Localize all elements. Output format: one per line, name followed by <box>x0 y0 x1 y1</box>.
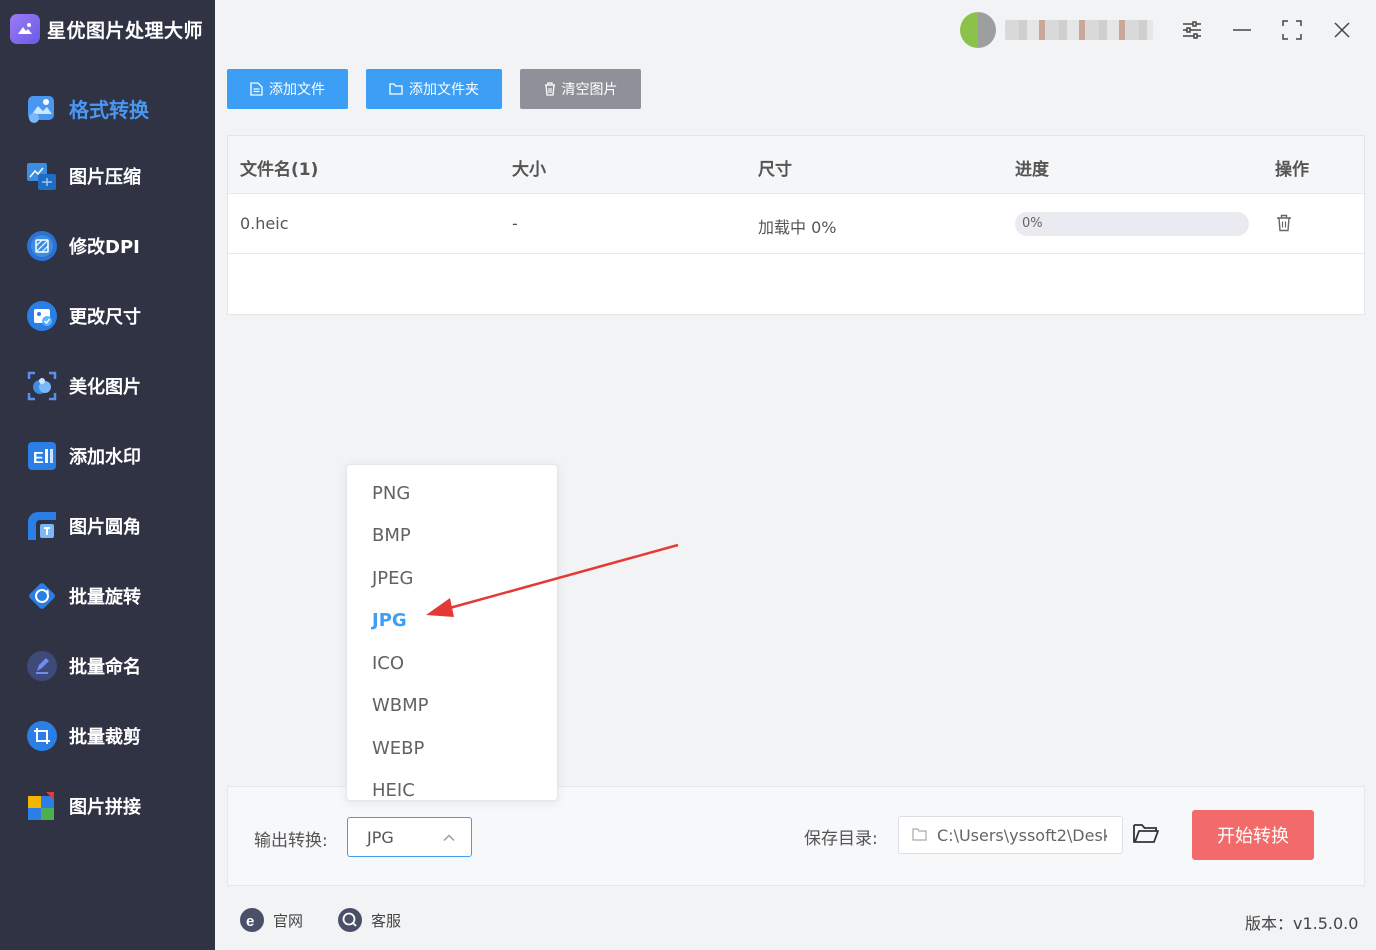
format-option-webp[interactable]: WEBP <box>347 728 557 770</box>
sidebar-item-stitch[interactable]: 图片拼接 <box>0 776 215 836</box>
output-format-value: JPG <box>367 828 394 847</box>
format-option-wbmp[interactable]: WBMP <box>347 685 557 727</box>
sidebar-item-rotate[interactable]: 批量旋转 <box>0 566 215 626</box>
crop-icon <box>26 720 58 752</box>
maximize-icon[interactable] <box>1276 14 1308 46</box>
column-header-dimension: 尺寸 <box>758 160 792 180</box>
save-path-value: C:\Users\yssoft2\Desktop <box>937 826 1107 845</box>
app-header: 星优图片处理大师 <box>0 0 215 58</box>
sidebar-item-label: 修改DPI <box>69 237 140 258</box>
sidebar-item-label: 批量旋转 <box>69 587 141 608</box>
format-option-heic[interactable]: HEIC <box>347 770 557 800</box>
browser-icon: e <box>240 908 264 932</box>
folder-icon <box>389 83 403 95</box>
clear-images-label: 清空图片 <box>561 82 618 98</box>
image-compress-icon <box>26 160 58 192</box>
rotate-icon <box>26 580 58 612</box>
dpi-icon <box>26 230 58 262</box>
website-label: 官网 <box>273 911 304 930</box>
table-header: 文件名(1) 大小 尺寸 进度 操作 <box>228 136 1364 194</box>
file-size-cell: - <box>512 214 518 233</box>
output-settings-panel: 输出转换: JPG 保存目录: C:\Users\yssoft2\Desktop… <box>227 786 1365 886</box>
sidebar-item-label: 格式转换 <box>69 97 149 122</box>
image-convert-icon <box>26 92 58 124</box>
sidebar-item-dpi[interactable]: 修改DPI <box>0 216 215 276</box>
beautify-icon <box>26 370 58 402</box>
svg-text:E: E <box>33 450 44 467</box>
format-option-ico[interactable]: ICO <box>347 643 557 685</box>
avatar[interactable] <box>960 12 996 48</box>
file-icon <box>250 82 263 96</box>
output-format-select[interactable]: JPG <box>347 817 472 857</box>
table-row[interactable]: 0.heic - 加载中 0% 0% <box>228 194 1364 254</box>
footer: e 官网 客服 版本：v1.5.0.0 <box>215 893 1376 950</box>
clear-images-button[interactable]: 清空图片 <box>520 69 641 109</box>
folder-icon <box>912 828 927 841</box>
file-name-cell: 0.heic <box>240 214 289 233</box>
progress-bar: 0% <box>1015 212 1249 236</box>
stitch-icon <box>26 790 58 822</box>
add-file-label: 添加文件 <box>269 82 325 98</box>
save-directory-label: 保存目录: <box>804 829 878 849</box>
add-folder-label: 添加文件夹 <box>409 82 479 98</box>
output-format-dropdown: PNG BMP JPEG JPG ICO WBMP WEBP HEIC <box>346 464 558 801</box>
sidebar-item-label: 图片压缩 <box>69 167 141 188</box>
annotation-arrow-icon <box>426 543 679 617</box>
app-title: 星优图片处理大师 <box>47 19 204 42</box>
round-corner-icon <box>26 510 58 542</box>
file-dimension-cell: 加载中 0% <box>758 218 837 237</box>
sidebar-item-crop[interactable]: 批量裁剪 <box>0 706 215 766</box>
svg-text:e: e <box>246 913 254 930</box>
close-icon[interactable] <box>1326 14 1358 46</box>
sidebar-item-label: 批量命名 <box>69 657 141 678</box>
rename-icon <box>26 650 58 682</box>
resize-icon <box>26 300 58 332</box>
sidebar-item-resize[interactable]: 更改尺寸 <box>0 286 215 346</box>
sidebar-item-compress[interactable]: 图片压缩 <box>0 146 215 206</box>
sidebar: 星优图片处理大师 格式转换 图片压缩 修改DPI 更改尺寸 美化图片 E 添加水… <box>0 0 215 950</box>
browse-folder-icon[interactable] <box>1132 821 1160 849</box>
sidebar-item-label: 美化图片 <box>69 377 141 398</box>
sidebar-item-label: 图片圆角 <box>69 517 141 538</box>
user-name-blurred <box>1005 20 1153 40</box>
title-bar <box>215 0 1376 58</box>
output-format-label: 输出转换: <box>254 831 328 851</box>
start-convert-button[interactable]: 开始转换 <box>1192 810 1314 860</box>
sidebar-item-beautify[interactable]: 美化图片 <box>0 356 215 416</box>
sidebar-item-label: 图片拼接 <box>69 797 141 818</box>
column-header-progress: 进度 <box>1015 160 1049 180</box>
add-folder-button[interactable]: 添加文件夹 <box>366 69 502 109</box>
sidebar-item-round-corner[interactable]: 图片圆角 <box>0 496 215 556</box>
progress-text: 0% <box>1022 216 1043 231</box>
add-file-button[interactable]: 添加文件 <box>227 69 348 109</box>
settings-sliders-icon[interactable] <box>1176 14 1208 46</box>
sidebar-item-label: 批量裁剪 <box>69 727 141 748</box>
delete-icon[interactable] <box>1276 214 1292 236</box>
version-label: 版本：v1.5.0.0 <box>1245 914 1359 933</box>
column-header-size: 大小 <box>512 160 546 180</box>
support-chat-icon <box>338 908 362 932</box>
chevron-up-icon <box>443 834 455 841</box>
watermark-icon: E <box>26 440 58 472</box>
sidebar-item-watermark[interactable]: E 添加水印 <box>0 426 215 486</box>
trash-icon <box>544 82 555 96</box>
save-path-input[interactable]: C:\Users\yssoft2\Desktop <box>898 816 1123 854</box>
file-table: 文件名(1) 大小 尺寸 进度 操作 0.heic - 加载中 0% 0% <box>227 135 1365 315</box>
sidebar-item-label: 添加水印 <box>69 447 141 468</box>
app-logo-icon <box>10 14 40 44</box>
minimize-icon[interactable] <box>1226 14 1258 46</box>
format-option-png[interactable]: PNG <box>347 473 557 515</box>
sidebar-item-label: 更改尺寸 <box>69 307 141 328</box>
sidebar-item-format-convert[interactable]: 格式转换 <box>0 78 215 138</box>
column-header-filename: 文件名(1) <box>240 160 319 180</box>
sidebar-item-rename[interactable]: 批量命名 <box>0 636 215 696</box>
column-header-actions: 操作 <box>1275 160 1309 180</box>
website-link[interactable]: e 官网 <box>239 907 303 933</box>
support-link[interactable]: 客服 <box>337 907 401 933</box>
support-label: 客服 <box>371 911 402 930</box>
